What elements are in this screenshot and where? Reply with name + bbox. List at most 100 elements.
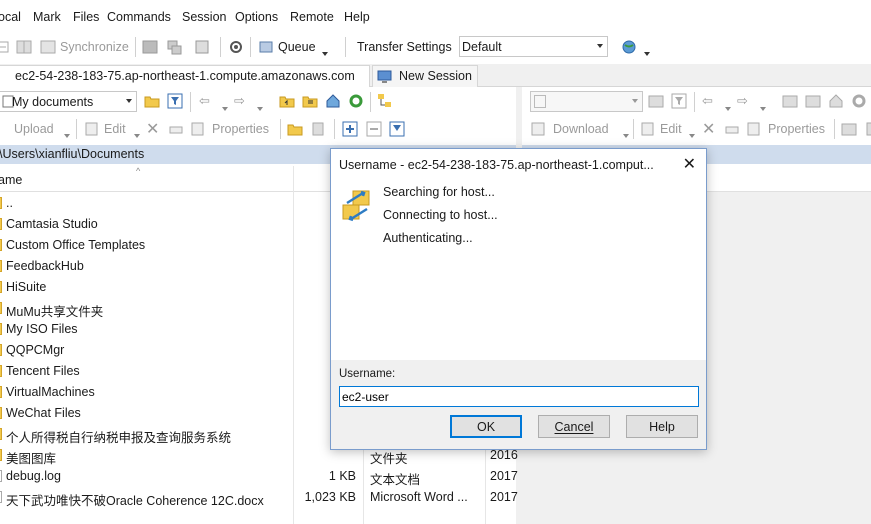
cancel-button-label: Cancel	[554, 420, 594, 434]
refresh-icon[interactable]	[348, 93, 364, 109]
unselect-minus-icon[interactable]	[366, 121, 382, 137]
tab-session[interactable]: ec2-54-238-183-75.ap-northeast-1.compute…	[0, 65, 370, 87]
separator	[76, 119, 77, 139]
edit-icon[interactable]	[640, 121, 656, 137]
file-name: MuMu共享文件夹	[6, 305, 104, 319]
root-directory-icon[interactable]	[805, 93, 821, 109]
file-icon	[0, 491, 2, 503]
new-file-icon[interactable]	[864, 121, 871, 137]
folder-icon	[0, 344, 2, 356]
rename-icon[interactable]	[168, 121, 184, 137]
new-file-icon[interactable]	[310, 121, 326, 137]
close-icon[interactable]: ✕	[683, 154, 696, 174]
queue-button[interactable]: Queue	[278, 40, 316, 54]
menu-remote[interactable]: Remote	[290, 10, 334, 24]
separator	[370, 92, 371, 112]
forward-arrow-icon[interactable]: ⇨	[737, 93, 748, 109]
remote-action-toolbar: Download Edit ✕ Properties	[522, 116, 871, 142]
table-row[interactable]: debug.log 1 KB 文本文档 2017	[0, 466, 518, 487]
file-name: Tencent Files	[6, 364, 80, 378]
rename-icon[interactable]	[724, 121, 740, 137]
globe-dropdown-icon[interactable]	[644, 45, 650, 59]
edit-dropdown-icon[interactable]	[134, 127, 140, 141]
synchronize-browse-icon[interactable]	[16, 39, 32, 55]
root-directory-icon[interactable]	[302, 93, 318, 109]
parent-directory-icon[interactable]	[782, 93, 798, 109]
tab-new-session[interactable]: New Session	[372, 65, 478, 87]
ok-button[interactable]: OK	[450, 415, 522, 438]
back-dropdown-icon[interactable]	[725, 100, 731, 114]
help-button[interactable]: Help	[626, 415, 698, 438]
preferences-gear-icon[interactable]	[228, 39, 244, 55]
transfer-settings-label[interactable]: Transfer Settings	[357, 40, 452, 54]
delete-icon[interactable]: ✕	[702, 119, 715, 139]
home-icon[interactable]	[325, 93, 341, 109]
username-input[interactable]	[339, 386, 699, 407]
menu-session[interactable]: Session	[182, 10, 226, 24]
chevron-down-icon	[632, 99, 638, 103]
menu-local[interactable]: ocal	[0, 10, 21, 24]
globe-icon[interactable]	[621, 39, 637, 55]
column-name-header[interactable]: ame	[0, 173, 22, 187]
back-arrow-icon[interactable]: ⇦	[702, 93, 713, 109]
remote-location-select[interactable]	[530, 91, 643, 112]
download-dropdown-icon[interactable]	[623, 127, 629, 141]
download-button[interactable]: Download	[553, 122, 609, 136]
edit-dropdown-icon[interactable]	[689, 127, 695, 141]
refresh-icon[interactable]	[851, 93, 867, 109]
forward-arrow-icon[interactable]: ⇨	[234, 93, 245, 109]
synchronize-icon[interactable]	[40, 39, 56, 55]
menu-mark[interactable]: Mark	[33, 10, 61, 24]
download-icon[interactable]	[530, 121, 546, 137]
local-nav-toolbar: My documents ⇦ ⇨	[0, 89, 516, 115]
new-folder-icon[interactable]	[287, 121, 303, 137]
file-size: 1 KB	[328, 469, 356, 483]
find-files-icon[interactable]	[194, 39, 210, 55]
back-dropdown-icon[interactable]	[222, 100, 228, 114]
local-location-select[interactable]: My documents	[0, 91, 137, 112]
menu-help[interactable]: Help	[344, 10, 370, 24]
filter-icon[interactable]	[167, 93, 183, 109]
tree-icon[interactable]	[377, 93, 393, 109]
parent-directory-icon[interactable]	[279, 93, 295, 109]
console-icon[interactable]	[142, 39, 158, 55]
forward-dropdown-icon[interactable]	[257, 100, 263, 114]
separator	[135, 37, 136, 57]
properties-button[interactable]: Properties	[212, 122, 269, 136]
file-type: 文件夹	[370, 452, 408, 466]
upload-button[interactable]: Upload	[14, 122, 54, 136]
new-folder-icon[interactable]	[841, 121, 857, 137]
upload-dropdown-icon[interactable]	[64, 127, 70, 141]
select-all-plus-icon[interactable]	[342, 121, 358, 137]
cancel-button[interactable]: Cancel	[538, 415, 610, 438]
edit-button[interactable]: Edit	[660, 122, 682, 136]
file-name: Custom Office Templates	[6, 238, 146, 252]
sort-ascending-icon: ^	[136, 166, 141, 176]
properties-icon[interactable]	[190, 121, 206, 137]
table-row[interactable]: 天下武功唯快不破Oracle Coherence 12C.docx 1,023 K…	[0, 487, 518, 508]
username-label: Username:	[339, 368, 396, 380]
transfer-settings-select[interactable]: Default	[459, 36, 608, 57]
filter-select-icon[interactable]	[389, 121, 405, 137]
delete-icon[interactable]: ✕	[146, 119, 159, 139]
compare-icon[interactable]	[0, 39, 12, 55]
forward-dropdown-icon[interactable]	[760, 100, 766, 114]
menu-commands[interactable]: Commands	[107, 10, 171, 24]
filter-icon[interactable]	[671, 93, 687, 109]
edit-button[interactable]: Edit	[104, 122, 126, 136]
file-name: QQPCMgr	[6, 343, 65, 357]
home-icon[interactable]	[828, 93, 844, 109]
putty-icon[interactable]	[166, 39, 182, 55]
back-arrow-icon[interactable]: ⇦	[199, 93, 210, 109]
queue-icon[interactable]	[258, 39, 274, 55]
edit-icon[interactable]	[84, 121, 100, 137]
menu-files[interactable]: Files	[73, 10, 99, 24]
separator	[633, 119, 634, 139]
properties-button[interactable]: Properties	[768, 122, 825, 136]
queue-dropdown-icon[interactable]	[322, 45, 328, 59]
open-folder-icon[interactable]	[144, 93, 160, 109]
properties-icon[interactable]	[746, 121, 762, 137]
open-folder-icon[interactable]	[648, 93, 664, 109]
menu-options[interactable]: Options	[235, 10, 278, 24]
synchronize-button[interactable]: Synchronize	[60, 40, 129, 54]
